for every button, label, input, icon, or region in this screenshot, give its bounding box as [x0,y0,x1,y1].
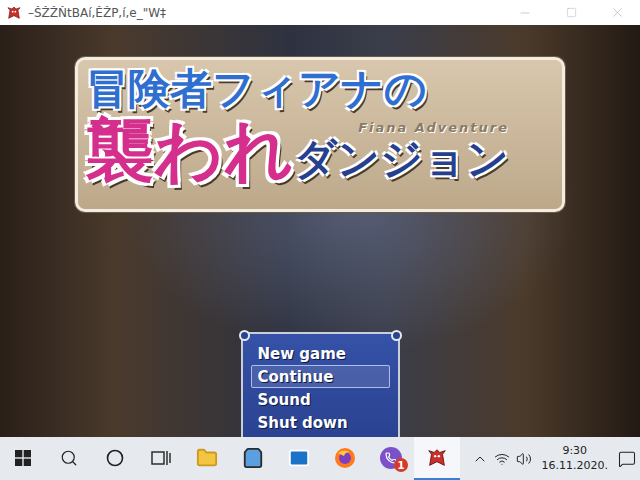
system-tray: 9:3016.11.2020. [472,437,640,480]
task-view-icon [151,449,171,467]
game-icon [6,5,22,21]
clock-time: 9:30 [562,444,587,459]
taskbar-button[interactable]: 1 [368,437,414,480]
taskbar-button[interactable] [138,437,184,480]
title-menu: New gameContinueSoundShut down [241,332,400,437]
app: –ŠŽŽŇtBAí,ĚŽP,í,e_"W‡ 冒険者フィアナの襲われ Fiana Ad… [0,0,640,480]
notification-badge: 1 [394,458,408,472]
menu-item[interactable]: Sound [251,388,390,411]
chevron-up-icon[interactable] [472,451,488,467]
menu-item[interactable]: New game [251,342,390,365]
notification-icon[interactable] [618,450,636,468]
window-title: –ŠŽŽŇtBAí,ĚŽP,í,e_"W‡ [28,6,496,20]
volume-icon[interactable] [516,451,532,467]
menu-item[interactable]: Continue [251,365,390,388]
title-logo: 冒険者フィアナの襲われ Fiana Adventureダンジョン [75,57,565,212]
game-scene: 冒険者フィアナの襲われ Fiana Adventureダンジョン New gameC… [0,25,640,437]
menu-corner [391,330,402,341]
taskbar-button[interactable] [414,437,460,480]
logo-subtitle: Fiana Adventure [358,120,509,135]
minimize-button[interactable] [502,0,548,25]
logo-rest-word: ダンジョン [294,135,509,183]
cortana-icon [106,449,124,467]
close-icon [610,5,625,20]
logo-line2: 襲われ Fiana Adventureダンジョン [86,114,554,189]
taskbar-button[interactable] [230,437,276,480]
taskbar: 1 9:3016.11.2020. [0,437,640,480]
mail-icon [288,447,310,469]
maximize-button[interactable] [548,0,594,25]
taskbar-button[interactable] [92,437,138,480]
maximize-icon [566,7,577,18]
store-icon [242,447,264,469]
wifi-icon[interactable] [494,451,510,467]
logo-line1: 冒険者フィアナの [86,64,554,114]
clock[interactable]: 9:3016.11.2020. [538,444,612,474]
minimize-icon [518,6,532,20]
menu-corner [239,330,250,341]
taskbar-button[interactable] [46,437,92,480]
taskbar-button[interactable] [276,437,322,480]
window-controls [502,0,640,25]
folder-icon [196,447,218,469]
taskbar-button[interactable] [0,437,46,480]
title-bar: –ŠŽŽŇtBAí,ĚŽP,í,e_"W‡ [0,0,640,25]
search-icon [60,449,78,467]
taskbar-button[interactable] [184,437,230,480]
clock-date: 16.11.2020. [542,459,608,474]
firefox-icon [334,447,356,469]
menu-item[interactable]: Shut down [251,411,390,434]
game-icon [426,447,448,469]
logo-main-word: 襲われ [86,114,294,189]
taskbar-button[interactable] [322,437,368,480]
windows-icon [15,450,31,466]
close-button[interactable] [594,0,640,25]
